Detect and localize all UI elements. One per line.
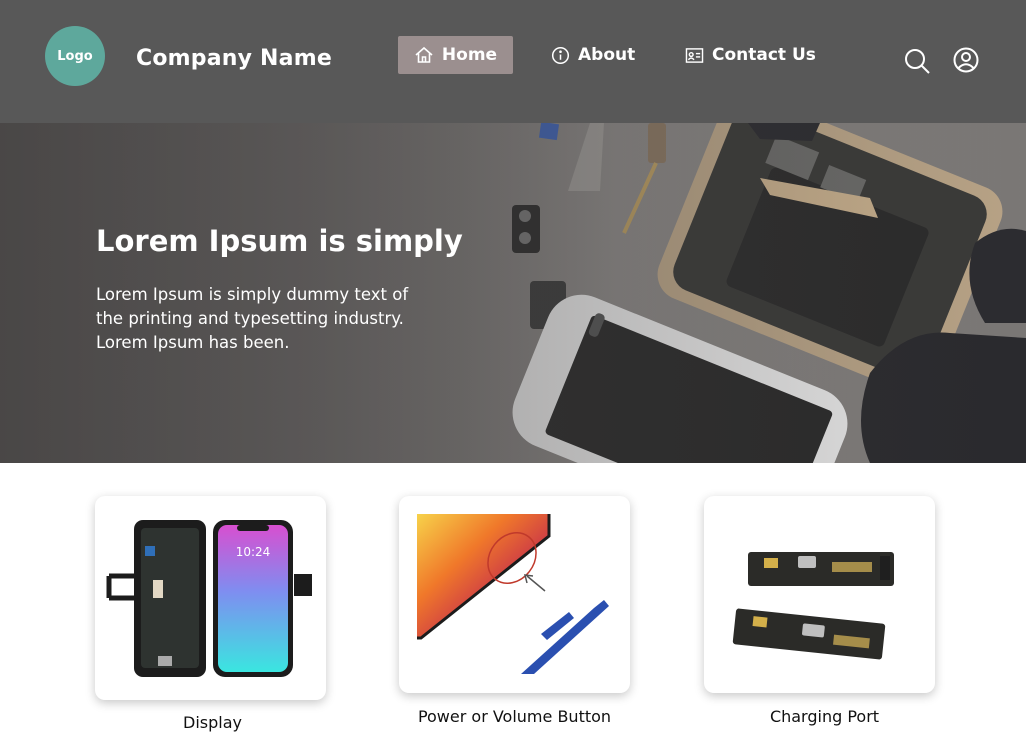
nav-contact-us[interactable]: Contact Us [685,36,816,74]
nav-home-label: Home [441,45,498,65]
service-label-display: Display [183,713,242,732]
service-card-charging-port[interactable] [704,496,935,693]
hero-banner: Lorem Ipsum is simply Lorem Ipsum is sim… [0,123,1026,463]
search-icon[interactable] [903,47,931,79]
hero-title: Lorem Ipsum is simply [96,224,463,258]
hero-description: Lorem Ipsum is simply dummy text of the … [96,285,409,352]
info-icon [551,46,570,65]
svg-text:10:24: 10:24 [236,545,271,559]
display-image: 10:24 [106,520,312,677]
nav-home[interactable]: Home [398,36,513,74]
power-volume-button-image [417,514,609,674]
nav-about[interactable]: About [551,36,635,74]
top-navigation-bar: Logo Company Name Home About Contact Us [0,0,1026,123]
service-label-charging-port: Charging Port [769,707,880,726]
company-name: Company Name [136,46,332,71]
service-label-power-volume-button: Power or Volume Button [417,707,612,726]
service-card-display[interactable]: 10:24 [95,496,326,700]
service-card-power-volume-button[interactable] [399,496,630,693]
user-icon[interactable] [953,47,979,77]
nav-contact-label: Contact Us [712,45,816,65]
contact-card-icon [685,47,704,64]
home-icon [414,45,434,65]
charging-port-image [732,552,894,660]
logo[interactable]: Logo [45,26,105,86]
nav-about-label: About [578,45,636,65]
